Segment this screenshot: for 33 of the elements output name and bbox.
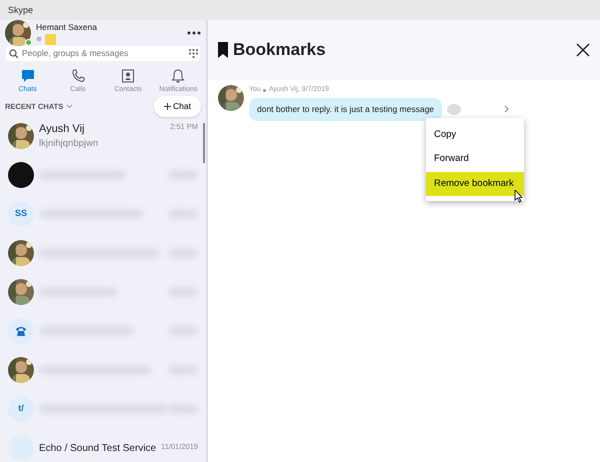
plus-icon bbox=[164, 102, 171, 110]
chat-icon bbox=[20, 68, 35, 83]
status-icon bbox=[36, 36, 42, 42]
panel-title: Bookmarks bbox=[233, 39, 327, 62]
menu-item[interactable]: Remove bookmark bbox=[426, 172, 524, 196]
message-preview: lkjnihjqnbpjwn bbox=[39, 137, 100, 152]
bookmark-icon bbox=[218, 42, 228, 58]
contact-card-icon bbox=[121, 68, 136, 83]
menu-item[interactable]: Forward bbox=[426, 147, 524, 172]
message-bubble: dont bother to reply. it is just a testing message bbox=[249, 98, 442, 121]
close-button[interactable] bbox=[576, 43, 590, 57]
new-chat-button[interactable]: Chat bbox=[154, 96, 201, 116]
more-icon bbox=[187, 31, 201, 35]
avatar: SS bbox=[8, 201, 34, 227]
search-icon bbox=[8, 48, 18, 58]
more-options-button[interactable] bbox=[187, 31, 201, 35]
phone-icon bbox=[70, 68, 85, 83]
close-icon bbox=[576, 43, 590, 57]
caret-icon bbox=[66, 104, 73, 109]
dialpad-icon[interactable] bbox=[188, 48, 198, 58]
profile-name: Hemant Saxena bbox=[36, 21, 98, 34]
bell-icon bbox=[171, 68, 186, 83]
contact-name: Echo / Sound Test Service bbox=[39, 442, 156, 456]
chevron-icon[interactable] bbox=[504, 105, 510, 114]
window-title: Skype bbox=[0, 0, 600, 20]
avatar bbox=[8, 162, 34, 188]
separator-dot-icon bbox=[263, 88, 266, 92]
menu-item[interactable]: Copy bbox=[426, 123, 524, 148]
avatar: t/ bbox=[8, 396, 34, 422]
avatar[interactable] bbox=[5, 20, 31, 46]
emoji-icon bbox=[44, 34, 56, 45]
contact-name: Ayush Vij bbox=[39, 122, 84, 137]
phone-icon bbox=[14, 324, 28, 338]
